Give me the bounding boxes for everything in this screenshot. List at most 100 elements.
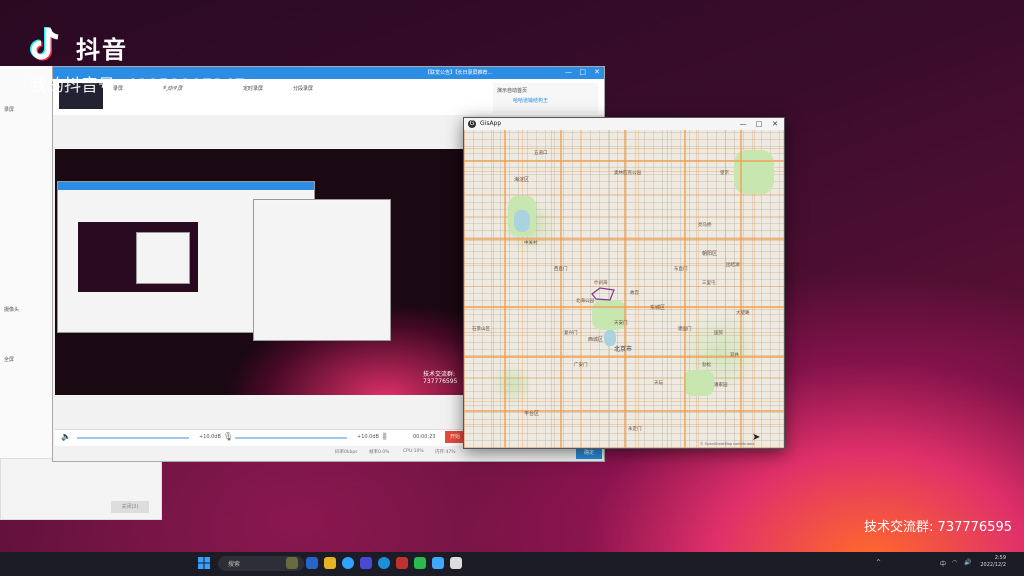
speaker-volume-slider[interactable] — [77, 437, 189, 439]
gis-map-canvas[interactable]: 北京市 西城区 东城区 朝阳区 海淀区 丰台区 石景山区 天安门 什刹海 北海公… — [464, 130, 784, 448]
left-label-fullscreen[interactable]: 全屏 — [4, 356, 14, 363]
map-label: 西城区 — [588, 337, 604, 343]
map-label: 复兴门 — [564, 331, 578, 336]
gisapp-taskbar-icon[interactable] — [450, 557, 462, 569]
map-label: 奥林匹克公园 — [614, 171, 641, 176]
map-road — [740, 130, 742, 448]
map-label: 亮马桥 — [698, 223, 712, 228]
map-label: 海淀区 — [514, 177, 530, 183]
status-framerate: 帧率0.0% — [369, 450, 390, 455]
nested-map-window — [136, 232, 190, 284]
map-label: 天坛 — [654, 381, 663, 386]
chrome-icon[interactable] — [342, 557, 354, 569]
edge-icon[interactable] — [378, 557, 390, 569]
widgets-icon[interactable] — [286, 557, 298, 569]
mic-volume-value: +10.0dB — [357, 434, 379, 440]
minimize-icon[interactable]: — — [736, 119, 750, 129]
recorder-taskbar-icon[interactable] — [396, 557, 408, 569]
close-icon[interactable]: ✕ — [768, 119, 782, 129]
map-label: 故宫 — [630, 291, 639, 296]
douyin-logo-icon — [30, 27, 59, 61]
tray-chevron-icon[interactable]: ^ — [876, 559, 881, 566]
map-label: 东直门 — [674, 267, 688, 272]
maximize-icon[interactable]: □ — [579, 68, 586, 76]
douyin-id-text: 我的抖音号: 42159207347 — [30, 76, 246, 96]
left-label-record[interactable]: 录屏 — [4, 106, 14, 113]
recorder-lower-panel: 关闭(2) — [0, 458, 162, 520]
taskbar-clock[interactable]: 2:59 2022/12/2 — [980, 555, 1006, 569]
tab-segment-record[interactable]: 分段录屏 — [293, 85, 313, 92]
map-label: 大望路 — [736, 311, 750, 316]
record-timer: 00:00:23 — [413, 434, 436, 440]
microphone-icon[interactable]: 🎙 — [223, 432, 233, 441]
map-label: 望京 — [720, 171, 729, 176]
ime-indicator[interactable]: 中 — [940, 559, 946, 568]
map-road — [624, 130, 626, 448]
wechat-icon[interactable] — [414, 557, 426, 569]
douyin-logo-text: 抖音 — [76, 36, 128, 64]
map-park — [684, 370, 714, 396]
map-label: 西直门 — [554, 267, 568, 272]
gisapp-title: GisApp — [480, 120, 502, 127]
map-label: 中关村 — [524, 241, 538, 246]
volume-icon[interactable]: 🔊 — [964, 559, 971, 566]
mic-volume-slider[interactable] — [235, 437, 347, 439]
map-label: 丰台区 — [524, 411, 540, 417]
map-label: 石景山区 — [472, 327, 490, 332]
minimize-icon[interactable]: — — [565, 68, 572, 76]
preview-group-text: 技术交流群: 737776595 — [423, 371, 458, 385]
map-road — [684, 130, 686, 448]
map-label: 东城区 — [650, 305, 666, 311]
map-label: 国贸 — [714, 331, 723, 336]
map-label: 北京市 — [614, 346, 633, 353]
file-explorer-icon[interactable] — [324, 557, 336, 569]
tech-group-text: 技术交流群: 737776595 — [864, 520, 1012, 535]
map-lake — [514, 210, 530, 232]
map-attribution: © OpenStreetMap contributors — [700, 442, 755, 446]
windows-taskbar — [0, 552, 1024, 576]
gisapp-app-icon: G — [468, 120, 476, 128]
gisapp-window: G GisApp — □ ✕ 北京市 西城区 东城区 朝阳区 海淀区 丰台区 石… — [463, 117, 785, 449]
nested-preview — [78, 222, 198, 292]
map-label: 北海公园 — [576, 299, 594, 304]
speaker-volume-value: +10.0dB — [199, 434, 221, 440]
side-card-sub: 哈哈道输结构王 — [513, 98, 549, 104]
nested-titlebar — [58, 182, 314, 190]
close-countdown-button[interactable]: 关闭(2) — [111, 501, 149, 513]
app-icon[interactable] — [360, 557, 372, 569]
map-label: 永定门 — [628, 427, 642, 432]
status-cpu: CPU:10% — [403, 449, 424, 454]
map-label: 广安门 — [574, 363, 588, 368]
tab-timed-record[interactable]: 定时录屏 — [243, 85, 263, 92]
left-label-camera[interactable]: 摄像头 — [4, 306, 19, 313]
recording-preview: 技术交流群: 737776595 — [55, 149, 465, 395]
map-label: 潘家园 — [714, 383, 728, 388]
speaker-icon[interactable]: 🔈 — [61, 432, 71, 441]
windows-start-icon[interactable] — [198, 557, 210, 569]
qq-icon[interactable] — [432, 557, 444, 569]
confirm-button[interactable]: 确定 — [576, 448, 602, 459]
map-label: 朝阳区 — [702, 251, 718, 257]
map-label: 三里屯 — [702, 281, 716, 286]
side-card-title: 演示自动首页 — [497, 88, 528, 94]
map-label: 五道口 — [534, 151, 548, 156]
status-memory: 内存:47% — [435, 450, 456, 455]
clock-date: 2022/12/2 — [980, 562, 1006, 568]
map-label: 劲松 — [702, 363, 711, 368]
map-label: 双井 — [730, 353, 739, 358]
wifi-icon[interactable]: ◠ — [952, 559, 957, 566]
nested-gis-window — [253, 199, 391, 341]
recorder-side-card[interactable]: 演示自动首页 哈哈道输结构王 — [493, 83, 598, 113]
clock-time: 2:59 — [994, 555, 1006, 561]
taskbar-search-placeholder: 搜索 — [228, 561, 241, 568]
close-icon[interactable]: ✕ — [594, 68, 600, 76]
task-view-icon[interactable] — [306, 557, 318, 569]
nested-gis-titlebar — [254, 200, 390, 206]
recorder-left-panel: 录屏 摄像头 全屏 — [0, 66, 53, 458]
audio-control-bar: 🔈 +10.0dB 🎙 +10.0dB ⫼ 00:00:23 — [55, 429, 465, 446]
maximize-icon[interactable]: □ — [752, 119, 766, 129]
map-road — [560, 130, 562, 448]
map-label: 什刹海 — [594, 281, 608, 286]
equalizer-icon[interactable]: ⫼ — [383, 432, 387, 442]
start-record-button[interactable]: 开始 — [445, 431, 465, 443]
